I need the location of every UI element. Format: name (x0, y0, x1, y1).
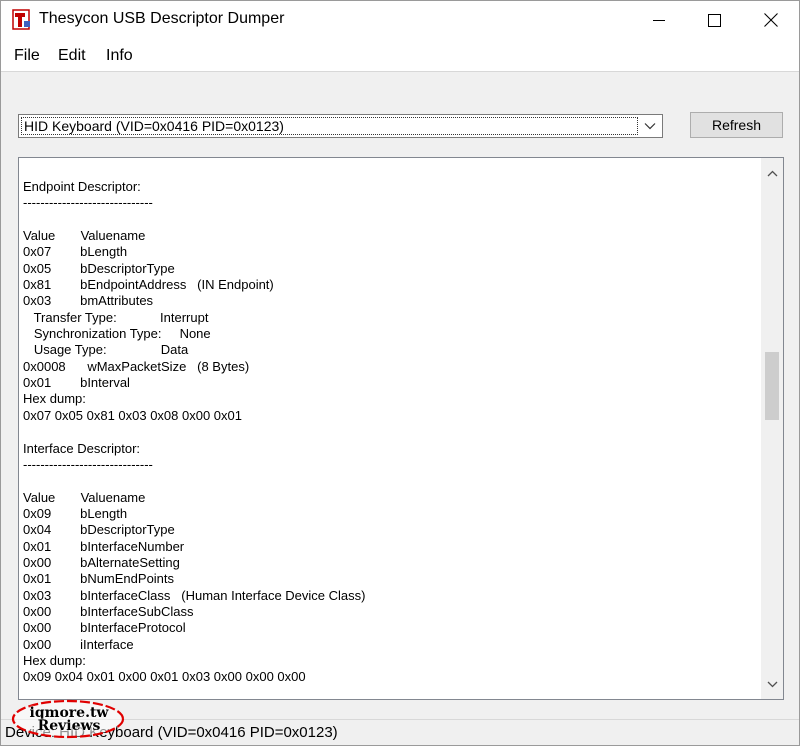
descriptor-line: 0x07 bLength (23, 244, 128, 260)
descriptor-line (23, 473, 758, 489)
descriptor-line: ------------------------------ (23, 456, 153, 472)
descriptor-line: Usage Type: Data (23, 342, 189, 358)
dropdown-arrow-button[interactable] (640, 117, 660, 135)
descriptor-line: 0x09 bLength (23, 505, 128, 521)
menu-info-label: Info (106, 47, 133, 64)
descriptor-line: Endpoint Descriptor: (23, 179, 141, 194)
close-button[interactable] (743, 1, 799, 39)
chevron-down-icon (767, 681, 777, 687)
maximize-icon (707, 13, 721, 27)
descriptor-line: 0x00 bInterfaceSubClass (23, 603, 194, 619)
menu-file-label: File (14, 47, 40, 64)
close-icon (764, 13, 778, 27)
refresh-button-label: Refresh (711, 117, 762, 133)
descriptor-line: 0x05 bDescriptorType (23, 260, 175, 276)
usb-app-icon (12, 9, 30, 30)
descriptor-line: Value Valuename (23, 489, 146, 505)
descriptor-output-textarea[interactable]: Endpoint Descriptor: --------------------… (18, 157, 784, 700)
descriptor-line: Synchronization Type: None (23, 326, 211, 342)
descriptor-line: 0x03 bInterfaceClass (Human Interface De… (23, 587, 366, 603)
menu-edit-label: Edit (58, 47, 86, 64)
descriptor-line: 0x00 bInterfaceProtocol (23, 620, 186, 636)
descriptor-line: 0x0008 wMaxPacketSize (8 Bytes) (23, 358, 250, 374)
scroll-up-button[interactable] (761, 162, 783, 184)
descriptor-line: Interface Descriptor: (23, 440, 141, 456)
descriptor-line: 0x03 bmAttributes (23, 293, 154, 309)
maximize-button[interactable] (686, 1, 742, 39)
device-dropdown-value: HID Keyboard (VID=0x0416 PID=0x0123) (21, 117, 638, 135)
descriptor-line: Hex dump: (23, 652, 86, 668)
scrollbar-thumb[interactable] (765, 352, 779, 420)
descriptor-line: 0x09 0x04 0x01 0x00 0x01 0x03 0x00 0x00 … (23, 669, 306, 685)
descriptor-line (23, 424, 758, 440)
descriptor-line: 0x01 bInterval (23, 375, 130, 391)
descriptor-line (23, 212, 758, 228)
descriptor-line: 0x04 bDescriptorType (23, 522, 175, 538)
chevron-up-icon (767, 170, 777, 176)
descriptor-line: 0x01 bInterfaceNumber (23, 538, 185, 554)
descriptor-line: Value Valuename (23, 228, 146, 244)
menu-edit[interactable]: Edit (58, 47, 86, 65)
device-dropdown[interactable]: HID Keyboard (VID=0x0416 PID=0x0123) (18, 114, 663, 138)
descriptor-line: 0x07 0x05 0x81 0x03 0x08 0x00 0x01 (23, 407, 243, 423)
menu-bar: File Edit Info (1, 39, 799, 72)
menu-info[interactable]: Info (106, 47, 133, 65)
descriptor-line: 0x81 bEndpointAddress (IN Endpoint) (23, 277, 274, 293)
vertical-scrollbar[interactable] (761, 158, 783, 699)
descriptor-line: Hex dump: (23, 391, 86, 407)
descriptor-line: Transfer Type: Interrupt (23, 309, 209, 325)
chevron-down-icon (644, 123, 656, 130)
refresh-button[interactable]: Refresh (690, 112, 783, 138)
title-bar[interactable]: Thesycon USB Descriptor Dumper (1, 1, 799, 39)
descriptor-line: ------------------------------ (23, 195, 153, 211)
descriptor-line: 0x00 bAlternateSetting (23, 554, 180, 570)
window-title: Thesycon USB Descriptor Dumper (39, 10, 285, 27)
descriptor-line: 0x01 bNumEndPoints (23, 571, 175, 587)
watermark-line2: Reviews (37, 718, 101, 734)
descriptor-line: 0x00 iInterface (23, 636, 134, 652)
minimize-button[interactable] (631, 1, 687, 39)
descriptor-text: Endpoint Descriptor: --------------------… (23, 179, 758, 686)
app-window: Thesycon USB Descriptor Dumper File Edit (0, 0, 800, 746)
scroll-down-button[interactable] (761, 673, 783, 695)
menu-file[interactable]: File (14, 47, 40, 65)
watermark-logo: iqmore.tw Reviews (11, 698, 127, 740)
minimize-icon (653, 20, 665, 21)
